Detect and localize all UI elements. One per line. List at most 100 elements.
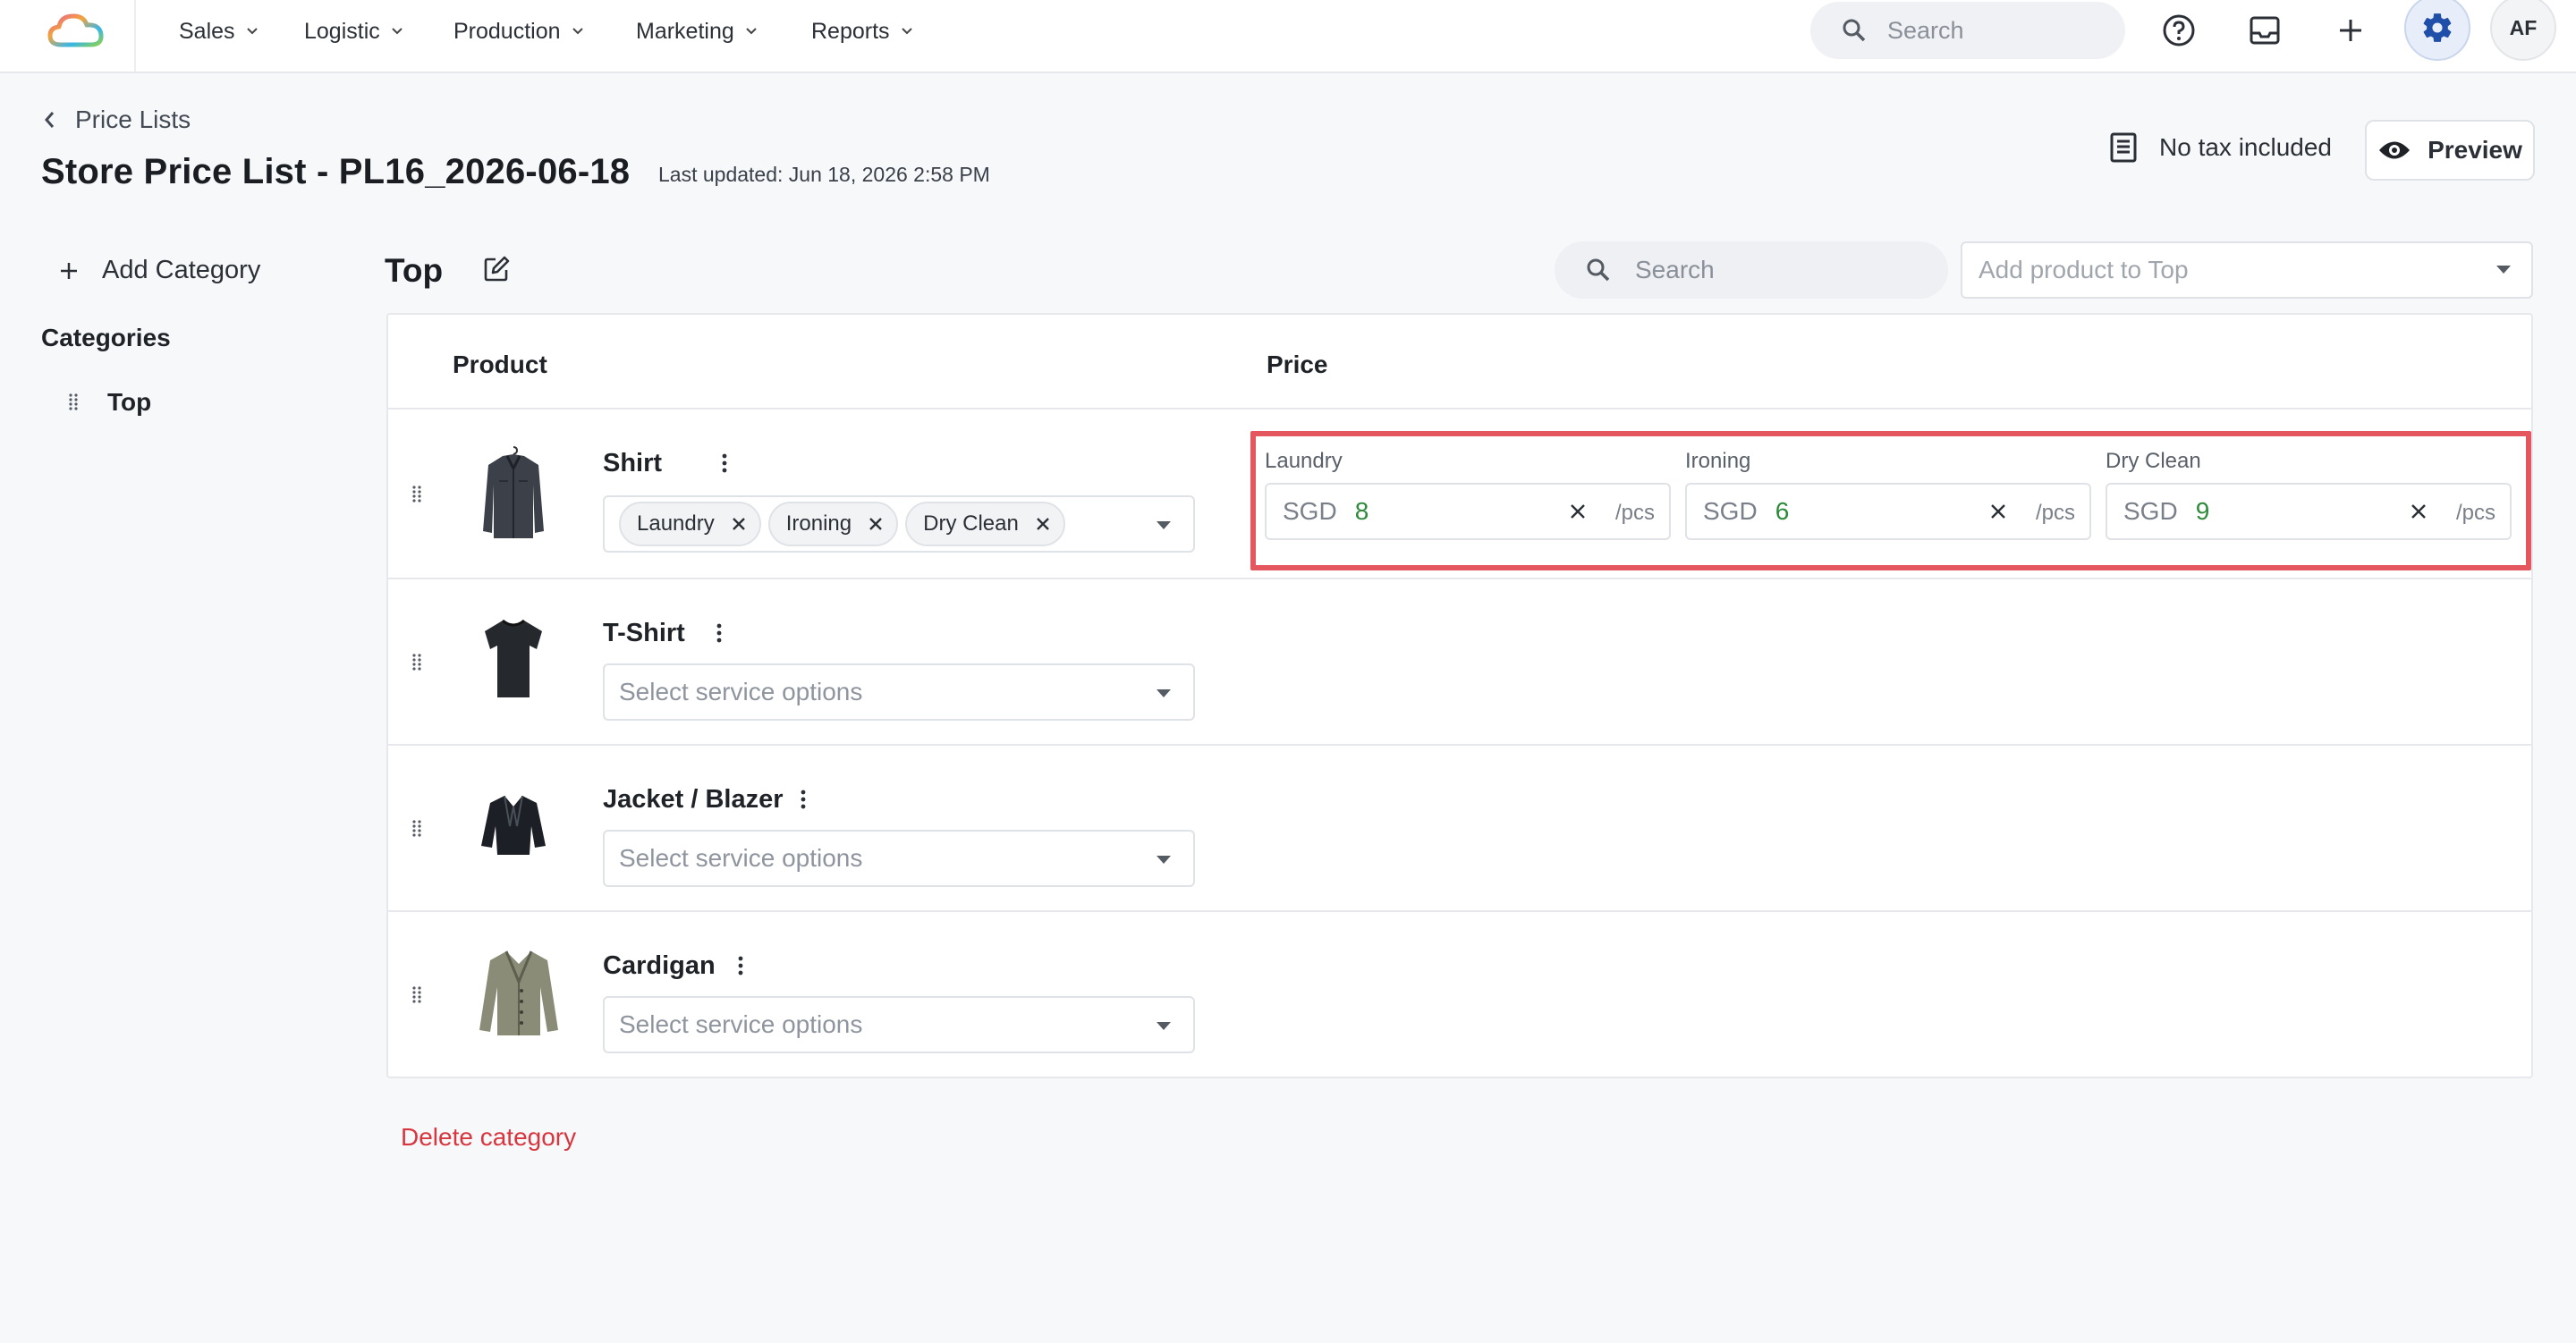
settings-button[interactable] xyxy=(2404,0,2470,61)
caret-down-icon xyxy=(1157,856,1171,864)
add-product-select[interactable]: Add product to Top xyxy=(1961,241,2533,299)
chip-label: Laundry xyxy=(637,511,715,536)
select-placeholder: Select service options xyxy=(619,844,863,872)
user-avatar[interactable]: AF xyxy=(2490,0,2556,61)
product-name: T-Shirt xyxy=(603,619,685,647)
product-name: Jacket / Blazer xyxy=(603,785,784,814)
close-icon[interactable] xyxy=(2410,503,2428,520)
drag-handle-icon[interactable] xyxy=(411,819,424,839)
price-label-laundry: Laundry xyxy=(1265,449,1343,473)
inbox-button[interactable] xyxy=(2240,5,2290,55)
chip-label: Dry Clean xyxy=(923,511,1019,536)
nav-label: Reports xyxy=(811,18,890,44)
service-options-select[interactable]: Select service options xyxy=(603,663,1195,721)
preview-label: Preview xyxy=(2428,136,2522,164)
select-placeholder: Select service options xyxy=(619,678,863,705)
chip-label: Ironing xyxy=(785,511,852,536)
nav-logistic[interactable]: Logistic xyxy=(304,0,403,63)
column-header-price: Price xyxy=(1267,351,1328,378)
add-category-button[interactable]: Add Category xyxy=(59,256,260,285)
service-options-select[interactable]: Laundry Ironing Dry Clean xyxy=(603,495,1195,553)
close-icon[interactable] xyxy=(1035,516,1051,532)
cardigan-image xyxy=(479,950,558,1035)
price-value: 8 xyxy=(1354,497,1369,525)
kebab-icon[interactable] xyxy=(737,955,744,976)
back-to-price-lists-link[interactable]: Price Lists xyxy=(43,106,191,134)
plus-icon xyxy=(61,262,77,279)
caret-down-icon xyxy=(1157,689,1171,697)
service-chip: Laundry xyxy=(619,502,761,546)
price-value: 9 xyxy=(2195,497,2210,525)
product-search-input[interactable]: Search xyxy=(1555,241,1948,299)
drag-handle-icon[interactable] xyxy=(411,653,424,672)
price-input-laundry[interactable]: SGD 8 /pcs xyxy=(1265,483,1671,540)
price-input-ironing[interactable]: SGD 6 /pcs xyxy=(1685,483,2091,540)
receipt-icon xyxy=(2110,132,2137,163)
avatar-initials: AF xyxy=(2509,15,2538,39)
category-title: Top xyxy=(385,252,444,289)
nav-marketing[interactable]: Marketing xyxy=(636,0,758,63)
back-label: Price Lists xyxy=(75,106,191,133)
add-category-label: Add Category xyxy=(102,256,261,284)
kebab-icon[interactable] xyxy=(800,789,807,810)
chevron-down-icon xyxy=(746,28,757,35)
price-table: Product Price Shirt Laundry Ironing Dry … xyxy=(386,313,2533,1078)
gear-icon xyxy=(2423,13,2452,42)
help-icon xyxy=(2163,14,2195,46)
last-updated-text: Last updated: Jun 18, 2026 2:58 PM xyxy=(658,163,990,186)
currency-label: SGD xyxy=(1283,497,1337,525)
close-icon[interactable] xyxy=(1989,503,2007,520)
chevron-down-icon xyxy=(901,28,912,35)
category-item-top[interactable]: Top xyxy=(68,388,151,417)
create-button[interactable] xyxy=(2326,5,2376,55)
nav-reports[interactable]: Reports xyxy=(811,0,913,63)
currency-label: SGD xyxy=(2123,497,2178,525)
categories-heading: Categories xyxy=(41,324,171,351)
drag-handle-icon[interactable] xyxy=(411,485,424,504)
cloud-logo-icon xyxy=(47,13,104,47)
nav-sales[interactable]: Sales xyxy=(179,0,258,63)
kebab-icon[interactable] xyxy=(721,452,728,474)
inbox-icon xyxy=(2250,16,2280,45)
service-options-select[interactable]: Select service options xyxy=(603,830,1195,887)
logo-area[interactable] xyxy=(0,0,136,72)
category-label: Top xyxy=(107,388,152,416)
close-icon[interactable] xyxy=(731,516,747,532)
price-label-ironing: Ironing xyxy=(1685,449,1751,473)
close-icon[interactable] xyxy=(1569,503,1587,520)
close-icon[interactable] xyxy=(868,516,884,532)
edit-category-button[interactable] xyxy=(483,256,510,287)
nav-production[interactable]: Production xyxy=(453,0,584,63)
chevron-down-icon xyxy=(246,28,258,35)
back-chevron-icon xyxy=(45,112,55,128)
caret-down-icon xyxy=(1157,521,1171,529)
tax-info[interactable]: No tax included xyxy=(2109,132,2332,163)
delete-category-button[interactable]: Delete category xyxy=(401,1123,576,1152)
service-chip: Ironing xyxy=(767,502,899,546)
nav-label: Production xyxy=(453,18,561,44)
price-unit: /pcs xyxy=(2035,501,2075,525)
caret-down-icon xyxy=(2496,266,2511,274)
nav-label: Logistic xyxy=(304,18,380,44)
drag-handle-icon[interactable] xyxy=(411,985,424,1005)
kebab-icon[interactable] xyxy=(716,622,723,644)
help-button[interactable] xyxy=(2154,5,2204,55)
table-row: Cardigan Select service options xyxy=(388,910,2531,1077)
nav-label: Marketing xyxy=(636,18,734,44)
edit-icon xyxy=(484,256,510,282)
jacket-image xyxy=(481,795,546,855)
product-name: Cardigan xyxy=(603,951,716,980)
service-chip: Dry Clean xyxy=(905,502,1065,546)
preview-button[interactable]: Preview xyxy=(2365,120,2535,181)
search-placeholder: Search xyxy=(1635,256,1715,283)
drag-handle-icon[interactable] xyxy=(68,393,80,412)
price-input-dry-clean[interactable]: SGD 9 /pcs xyxy=(2106,483,2512,540)
table-row: T-Shirt Select service options xyxy=(388,578,2531,744)
service-options-select[interactable]: Select service options xyxy=(603,996,1195,1053)
tax-label: No tax included xyxy=(2159,133,2333,161)
price-unit: /pcs xyxy=(1614,501,1655,525)
global-search-input[interactable]: Search xyxy=(1810,2,2125,59)
eye-icon xyxy=(2379,141,2411,159)
chevron-down-icon xyxy=(572,28,583,35)
search-icon xyxy=(1587,258,1610,282)
